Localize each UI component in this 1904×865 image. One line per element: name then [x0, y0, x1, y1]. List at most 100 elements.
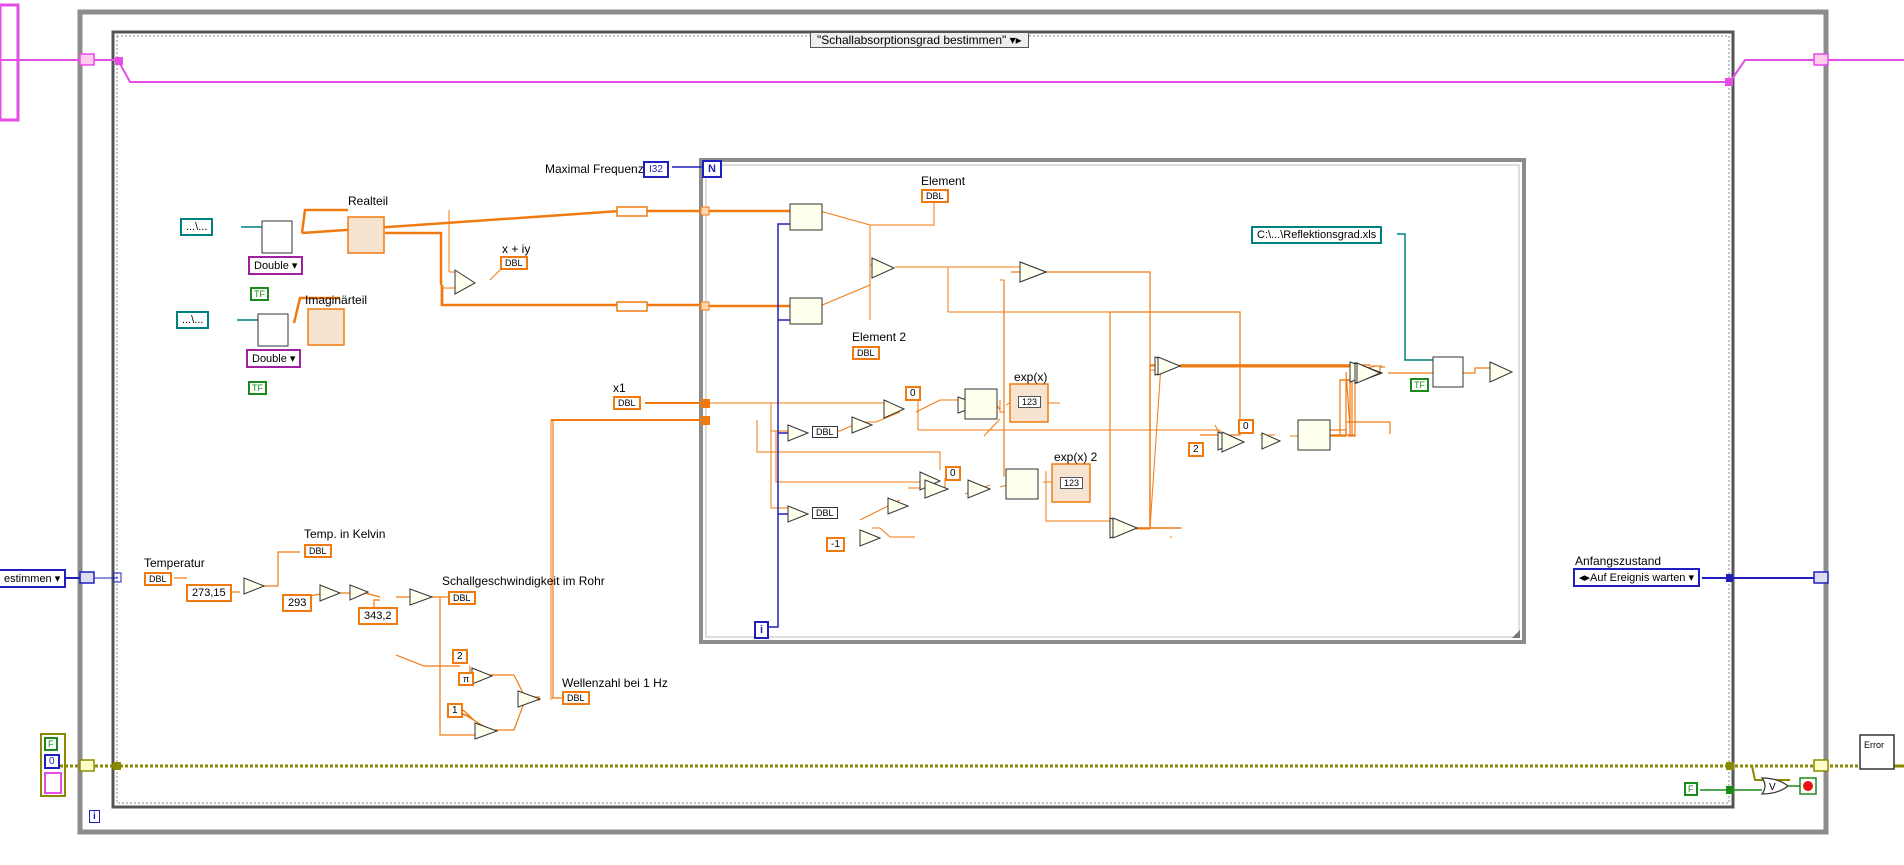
error-cluster-const — [40, 733, 66, 797]
realteil-label: Realteil — [348, 194, 389, 208]
read-spreadsheet-node-2 — [257, 313, 289, 347]
to-dbl-node-2 — [616, 301, 648, 312]
const-two-a[interactable]: 2 — [452, 649, 468, 664]
build-complex — [454, 269, 476, 295]
wellenzahl-label: Wellenzahl bei 1 Hz — [562, 676, 668, 690]
error-tunnel-left — [113, 762, 121, 770]
type-ring-1[interactable]: Double ▾ — [248, 256, 304, 275]
anfangszustand-enum[interactable]: ◂▸Auf Ereignis warten ▾ — [1573, 568, 1701, 587]
error-shift-register-left — [79, 759, 95, 772]
state-enum-left[interactable]: estimmen ▾ — [0, 569, 67, 588]
or-gate-symbol: V — [1769, 782, 1776, 793]
type-ring-2[interactable]: Double ▾ — [246, 349, 302, 368]
exp-node-2 — [1005, 468, 1039, 500]
tunnel-imag — [700, 301, 710, 311]
element2-label: Element 2 — [852, 330, 907, 344]
blue-wires — [672, 166, 790, 628]
pink-tunnel-left — [115, 57, 123, 65]
stop-icon — [1803, 781, 1813, 791]
max-freq-control[interactable]: I32 — [643, 161, 669, 178]
complex-indicator: DBL — [500, 256, 528, 270]
loop-wire-x — [1110, 311, 1241, 436]
const-kelvin-offset[interactable]: 273,15 — [186, 584, 232, 602]
case-structure-frame — [111, 30, 1735, 809]
temperatur-control[interactable]: DBL — [144, 572, 172, 586]
pink-cluster-terminal — [0, 3, 20, 122]
error-tunnel-right — [1726, 762, 1734, 770]
index-array-2 — [789, 297, 823, 325]
enum-shift-register-right — [1813, 571, 1829, 584]
bool-tunnel — [1726, 786, 1734, 794]
read-spreadsheet-node-1 — [261, 220, 293, 254]
const-zero-c[interactable]: 0 — [1238, 419, 1254, 434]
schall-indicator: DBL — [448, 591, 476, 605]
error-shift-register-right — [1813, 759, 1829, 772]
sub2-top — [1136, 374, 1151, 529]
anfangszustand-label: Anfangszustand — [1575, 554, 1662, 568]
exp-x-label: exp(x) — [1014, 370, 1048, 384]
teal-path-wire — [1397, 233, 1435, 361]
temp-kelvin-label: Temp. in Kelvin — [304, 527, 386, 541]
block-diagram: V — [0, 3, 1904, 835]
exp-x-display: 123 — [1018, 396, 1042, 408]
stop-f-const[interactable]: F — [1684, 782, 1698, 796]
output-path-control[interactable]: C:\...\Reflektionsgrad.xls — [1251, 226, 1383, 244]
element-indicator: DBL — [921, 189, 949, 203]
exp-x2-label: exp(x) 2 — [1054, 450, 1098, 464]
schallgeschwindigkeit-label: Schallgeschwindigkeit im Rohr — [442, 574, 605, 588]
const-minus-one[interactable]: -1 — [826, 537, 845, 552]
temperatur-label: Temperatur — [144, 556, 205, 570]
case-structure-inner — [116, 35, 1730, 804]
realteil-indicator — [347, 216, 385, 254]
path-control-2[interactable]: ...\... — [176, 311, 210, 329]
to-dbl-node-3: DBL — [812, 426, 838, 438]
tunnel-x1 — [701, 399, 710, 408]
while-loop-frame — [77, 9, 1829, 835]
bool-const-2[interactable]: TF — [248, 381, 267, 395]
const-c0[interactable]: 343,2 — [358, 607, 398, 625]
error-to-or — [1751, 765, 1790, 781]
bool-const-1[interactable]: TF — [250, 287, 269, 301]
const-pi[interactable]: π — [458, 672, 475, 686]
exp-node-3 — [1297, 419, 1331, 451]
pink-shift-register-right — [1813, 53, 1829, 66]
tunnel-k — [701, 416, 710, 425]
for-loop-frame — [699, 158, 1526, 644]
pink-shift-register-left — [79, 53, 95, 66]
const-t0[interactable]: 293 — [282, 594, 313, 612]
element-label: Element — [921, 174, 966, 188]
path-control-1[interactable]: ...\... — [180, 218, 214, 236]
max-freq-label: Maximal Frequenz — [545, 162, 644, 176]
x1-control[interactable]: DBL — [613, 396, 641, 410]
pink-tunnel-right — [1725, 78, 1733, 86]
case-selector[interactable]: "Schallabsorptionsgrad bestimmen" ▾▸ — [810, 32, 1029, 48]
outer-i-terminal: i — [89, 810, 100, 823]
temp-kelvin-indicator: DBL — [304, 544, 332, 558]
imag-indicator — [307, 308, 345, 346]
imaginaerteil-label: Imaginärteil — [305, 293, 368, 307]
const-two-b[interactable]: 2 — [1188, 442, 1204, 457]
const-one[interactable]: 1 — [447, 703, 463, 718]
to-dbl-node-4: DBL — [812, 507, 838, 519]
index-array-1 — [789, 203, 823, 231]
pink-wire — [0, 59, 1904, 83]
orange-wires-final — [1150, 364, 1361, 437]
wellenzahl-indicator: DBL — [562, 691, 590, 705]
const-zero-b[interactable]: 0 — [945, 466, 961, 481]
to-dbl-node-1 — [616, 206, 648, 217]
element2-indicator: DBL — [852, 346, 880, 360]
write-spreadsheet-node — [1432, 356, 1464, 388]
const-zero-a[interactable]: 0 — [905, 386, 921, 401]
for-loop-inner — [705, 164, 1520, 638]
n-terminal: N — [702, 160, 722, 178]
x-plus-iy-label: x + iy — [502, 242, 531, 256]
tunnel-real — [700, 206, 710, 216]
enum-shift-register-left — [79, 571, 95, 584]
error-out-label: Error — [1864, 740, 1884, 750]
output-bool-const[interactable]: TF — [1410, 378, 1429, 392]
x1-label: x1 — [613, 381, 626, 395]
enum-tunnel-right — [1726, 574, 1733, 582]
exp-node-1 — [964, 388, 998, 420]
i-terminal: i — [754, 621, 770, 639]
exp-x2-display: 123 — [1060, 477, 1084, 489]
